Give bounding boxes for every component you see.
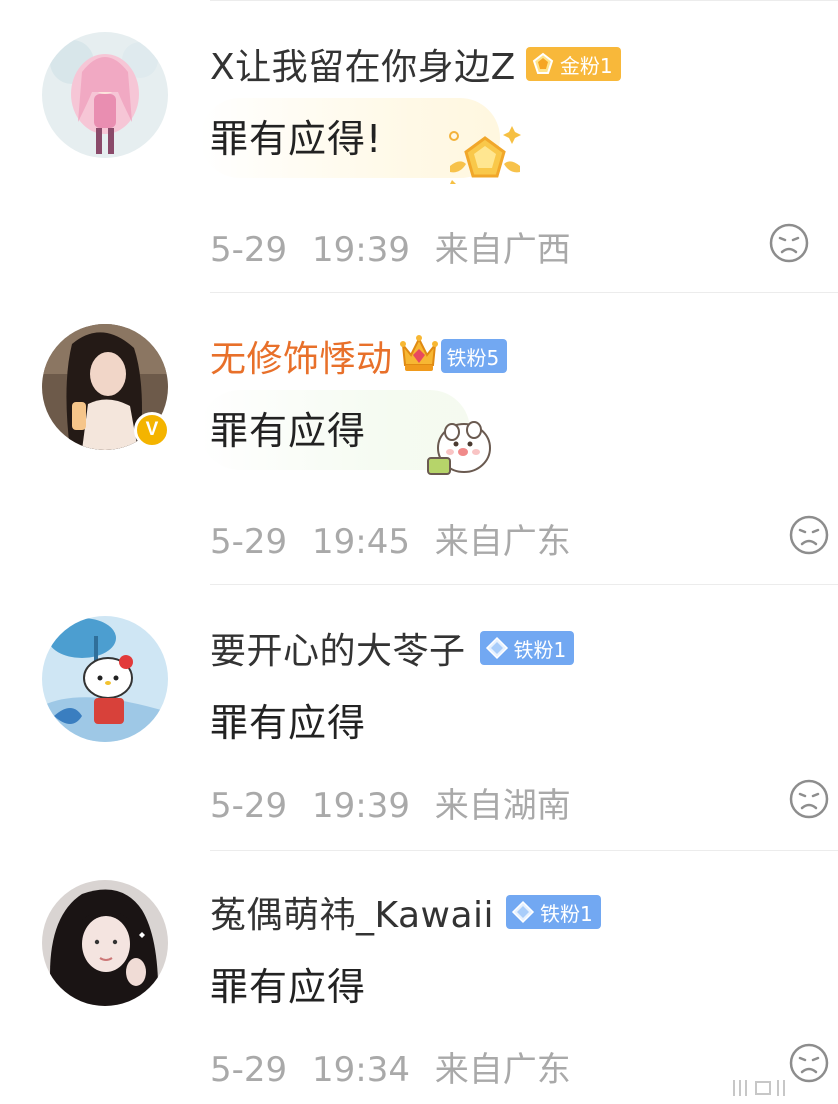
comment-text: 罪有应得! (210, 117, 383, 161)
divider (210, 850, 838, 851)
avatar[interactable]: V (42, 324, 170, 450)
fan-badge[interactable]: 铁粉1 (479, 631, 575, 665)
verified-badge: V (134, 412, 170, 448)
comment-location: 来自湖南 (434, 786, 571, 826)
gold-gem-icon (532, 52, 554, 74)
comment-date: 5-29 (210, 1050, 288, 1090)
comment-body[interactable]: 罪有应得 (210, 692, 366, 747)
comment-body[interactable]: 罪有应得! (200, 98, 500, 178)
avatar[interactable] (42, 32, 168, 158)
username[interactable]: 无修饰悸动 (210, 330, 393, 382)
avatar[interactable] (42, 880, 168, 1006)
divider (210, 292, 838, 293)
fan-badge[interactable]: 铁粉1 (506, 895, 601, 929)
fan-badge-label: 铁粉1 (513, 637, 567, 662)
divider (210, 584, 838, 585)
fan-badge[interactable]: 金粉1 (525, 47, 621, 81)
fan-badge-label: 铁粉1 (540, 901, 593, 926)
sad-face-icon[interactable] (768, 222, 810, 264)
sad-face-icon[interactable] (788, 778, 830, 820)
comment-time: 19:39 (311, 230, 410, 270)
cartoon-sticker (427, 421, 491, 475)
comment-date: 5-29 (210, 230, 288, 270)
avatar[interactable] (42, 616, 168, 742)
comment-time: 19:39 (311, 786, 410, 826)
avatar-image (42, 32, 168, 158)
avatar-image (42, 880, 168, 1006)
diamond-icon (511, 900, 535, 924)
name-row: 无修饰悸动 铁粉5 (210, 330, 508, 382)
name-row: 要开心的大苓子 铁粉1 (210, 622, 575, 674)
comment-meta: 5-29 19:45 来自广东 (210, 514, 571, 563)
comment-date: 5-29 (210, 786, 288, 826)
comment-text: 罪有应得 (210, 701, 367, 745)
sad-face-icon[interactable] (788, 514, 830, 556)
comment-body[interactable]: 罪有应得 (200, 390, 470, 470)
fan-badge[interactable]: 铁粉5 (399, 335, 508, 373)
comment-location: 来自广西 (434, 230, 571, 270)
comment-text: 罪有应得 (210, 409, 367, 453)
name-row: 菟偶萌祎_Kawaii 铁粉1 (210, 886, 601, 938)
comment-text: 罪有应得 (210, 965, 367, 1009)
username[interactable]: 要开心的大苓子 (210, 622, 466, 674)
fan-badge-label: 铁粉5 (446, 345, 500, 370)
comment-meta: 5-29 19:39 来自湖南 (210, 778, 571, 827)
divider (210, 0, 838, 1)
avatar-image (42, 616, 168, 742)
comment-location: 来自广东 (434, 522, 571, 562)
comment-time: 19:34 (311, 1050, 410, 1090)
comment-date: 5-29 (210, 522, 288, 562)
comment-time: 19:45 (311, 522, 410, 562)
username[interactable]: 菟偶萌祎_Kawaii (210, 886, 494, 938)
name-row: X让我留在你身边Z 金粉1 (210, 38, 621, 90)
comment-feed: X让我留在你身边Z 金粉1 罪有应得! 5-29 19:39 来自广西 V 无修… (0, 0, 838, 1104)
comment-location: 来自广东 (434, 1050, 571, 1090)
watermark-logo (733, 1080, 785, 1096)
diamond-icon (485, 636, 508, 660)
gold-medal-sticker (449, 126, 521, 184)
fan-badge-label: 金粉1 (559, 53, 613, 78)
username[interactable]: X让我留在你身边Z (210, 38, 516, 90)
crown-icon (399, 335, 438, 371)
comment-meta: 5-29 19:34 来自广东 (210, 1042, 571, 1091)
comment-body[interactable]: 罪有应得 (210, 956, 366, 1011)
comment-meta: 5-29 19:39 来自广西 (210, 222, 571, 271)
